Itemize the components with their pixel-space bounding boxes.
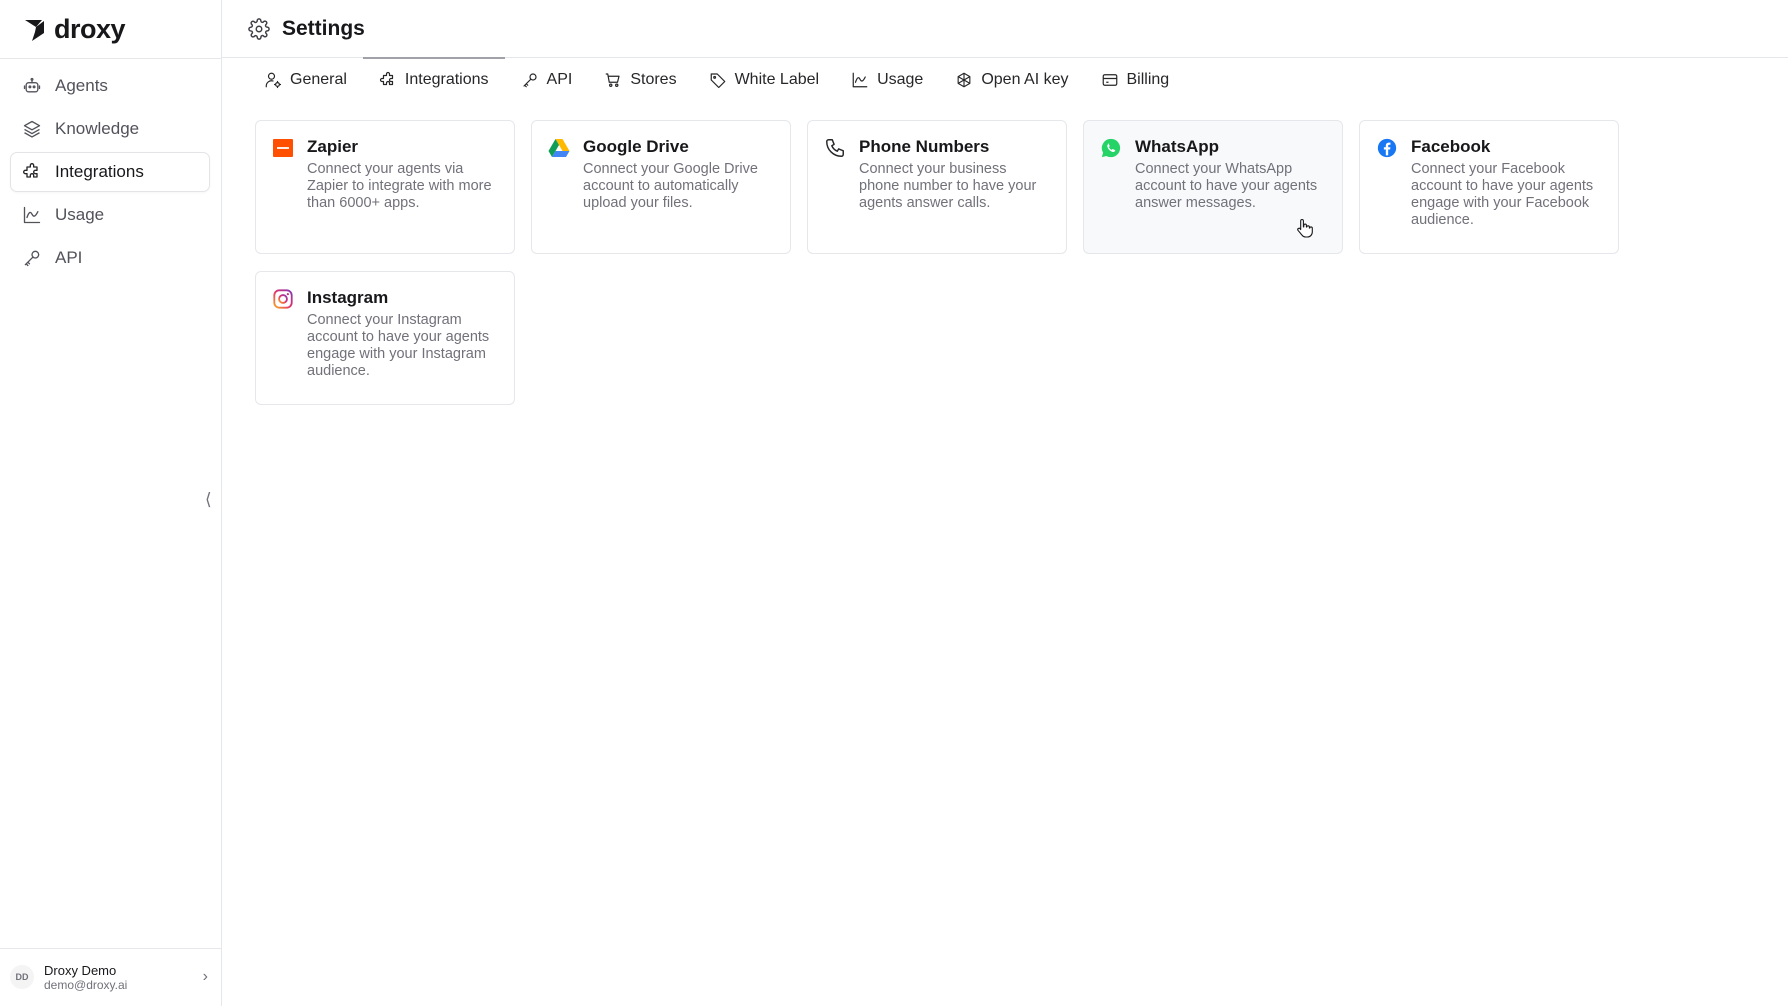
card-title: Instagram (307, 288, 389, 307)
tab-label: General (290, 71, 347, 88)
tab-label: White Label (734, 71, 820, 88)
sidebar-item-usage[interactable]: Usage (10, 195, 210, 235)
chevron-right-icon: › (202, 968, 208, 985)
card-icon (1102, 74, 1117, 86)
tab-billing[interactable]: Billing (1085, 58, 1186, 102)
user-menu[interactable]: DD Droxy Demo demo@droxy.ai › (10, 956, 210, 998)
brand-name: droxy (54, 13, 126, 44)
card-description: Connect your Google Drive account to aut… (583, 161, 758, 211)
puzzle-icon (379, 71, 394, 86)
tab-white-label[interactable]: White Label (693, 58, 836, 102)
user-gear-icon (265, 72, 282, 89)
tab-label: Billing (1126, 71, 1170, 88)
tab-label: Integrations (404, 71, 489, 88)
sidebar-item-label: Agents (55, 76, 108, 95)
sidebar-nav: Agents Knowledge Integrations Usage API (10, 66, 210, 281)
integrations-grid: Zapier Connect your agents via Zapier to… (255, 120, 1635, 405)
puzzle-icon (23, 163, 38, 178)
hand-cursor-icon (1297, 218, 1313, 238)
tab-usage[interactable]: Usage (835, 58, 939, 102)
bot-icon (23, 77, 41, 93)
zapier-icon (272, 137, 294, 159)
key-icon (24, 250, 40, 267)
sidebar-item-label: Integrations (55, 162, 144, 181)
cart-icon (605, 73, 620, 87)
brand-logo[interactable]: droxy (22, 12, 126, 46)
tab-general[interactable]: General (248, 58, 363, 102)
sidebar-item-label: API (55, 248, 83, 267)
sidebar-item-api[interactable]: API (10, 238, 210, 278)
integration-card-phone-numbers[interactable]: Phone Numbers Connect your business phon… (807, 120, 1067, 254)
card-description: Connect your Facebook account to have yo… (1411, 161, 1594, 228)
integration-card-instagram[interactable]: Instagram Connect your Instagram account… (255, 271, 515, 405)
user-info: Droxy Demo demo@droxy.ai (44, 963, 127, 992)
google-drive-icon (548, 137, 570, 159)
divider (0, 58, 222, 59)
card-title: Google Drive (583, 137, 689, 156)
openai-icon (957, 72, 971, 88)
card-description: Connect your WhatsApp account to have yo… (1135, 161, 1318, 211)
gear-icon (248, 17, 270, 40)
tag-icon (710, 73, 725, 89)
tab-openai-key[interactable]: Open AI key (939, 58, 1084, 102)
facebook-icon (1376, 137, 1398, 159)
sidebar-item-integrations[interactable]: Integrations (10, 152, 210, 192)
card-description: Connect your agents via Zapier to integr… (307, 161, 492, 211)
card-description: Connect your business phone number to ha… (859, 161, 1037, 211)
phone-icon (824, 137, 846, 159)
tab-label: Usage (877, 71, 924, 88)
page-title: Settings (282, 16, 365, 40)
tab-label: Stores (630, 71, 677, 88)
avatar: DD (10, 965, 34, 989)
tab-api[interactable]: API (505, 58, 589, 102)
whatsapp-icon (1100, 137, 1122, 159)
card-title: Phone Numbers (859, 137, 990, 156)
card-title: Facebook (1411, 137, 1491, 156)
card-title: Zapier (307, 137, 359, 156)
integration-card-zapier[interactable]: Zapier Connect your agents via Zapier to… (255, 120, 515, 254)
collapse-sidebar-button[interactable]: ⟨ (205, 490, 212, 510)
tab-stores[interactable]: Stores (588, 58, 692, 102)
droxy-logo-icon (25, 20, 44, 41)
chart-icon (23, 206, 41, 224)
sidebar-item-agents[interactable]: Agents (10, 66, 210, 106)
tab-label: API (546, 71, 573, 88)
instagram-icon (272, 288, 294, 310)
key-icon (522, 73, 537, 88)
sidebar-item-label: Knowledge (55, 119, 140, 138)
tab-label: Open AI key (981, 71, 1069, 88)
page-header: Settings (222, 0, 1788, 58)
user-name: Droxy Demo (44, 962, 117, 978)
card-description: Connect your Instagram account to have y… (307, 312, 490, 379)
settings-tabs: General Integrations API Stores White La… (248, 57, 1186, 102)
user-email: demo@droxy.ai (44, 977, 128, 992)
divider (0, 948, 222, 949)
card-title: WhatsApp (1135, 137, 1220, 156)
tab-integrations[interactable]: Integrations (362, 57, 505, 102)
integration-card-facebook[interactable]: Facebook Connect your Facebook account t… (1359, 120, 1619, 254)
layers-icon (23, 120, 41, 138)
sidebar: droxy Agents Knowledge Integrations Usag… (0, 0, 222, 1006)
integration-card-google-drive[interactable]: Google Drive Connect your Google Drive a… (531, 120, 791, 254)
sidebar-item-knowledge[interactable]: Knowledge (10, 109, 210, 149)
chart-icon (852, 72, 868, 88)
sidebar-item-label: Usage (55, 205, 105, 224)
